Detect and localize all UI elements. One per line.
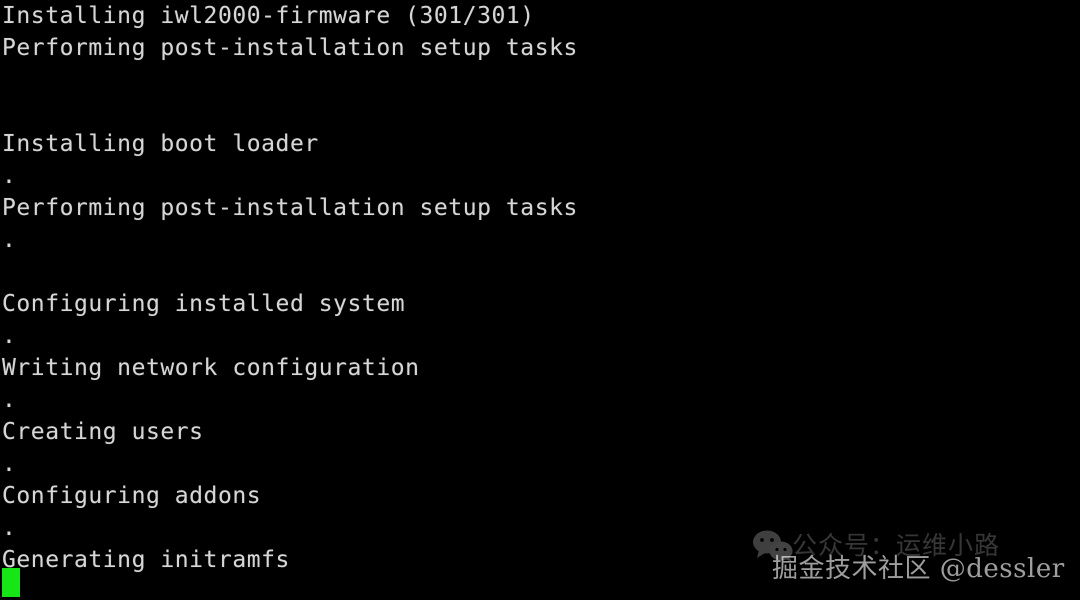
- console-line-blank: [0, 96, 1080, 128]
- console-line-progress-dot: .: [2, 163, 17, 189]
- console-line: Configuring installed system: [2, 291, 406, 317]
- console-line-progress-dot: .: [2, 323, 17, 349]
- terminal-screen: Installing iwl2000-firmware (301/301) Pe…: [0, 0, 1080, 600]
- console-line: Configuring addons: [2, 483, 262, 509]
- console-line-blank: [0, 64, 1080, 96]
- console-line: Writing network configuration: [2, 355, 420, 381]
- console-output: Installing iwl2000-firmware (301/301) Pe…: [0, 0, 1080, 576]
- console-line: Performing post-installation setup tasks: [2, 195, 578, 221]
- cursor-row: [0, 566, 1080, 598]
- console-line-blank: [0, 256, 1080, 288]
- console-line-progress-dot: .: [2, 227, 17, 253]
- block-cursor: [2, 568, 20, 597]
- console-line: Installing iwl2000-firmware (301/301): [2, 3, 535, 29]
- console-line: Installing boot loader: [2, 131, 319, 157]
- console-line-progress-dot: .: [2, 387, 17, 413]
- console-line-progress-dot: .: [2, 515, 17, 541]
- console-line-progress-dot: .: [2, 451, 17, 477]
- console-line: Performing post-installation setup tasks: [2, 35, 578, 61]
- console-line: Creating users: [2, 419, 204, 445]
